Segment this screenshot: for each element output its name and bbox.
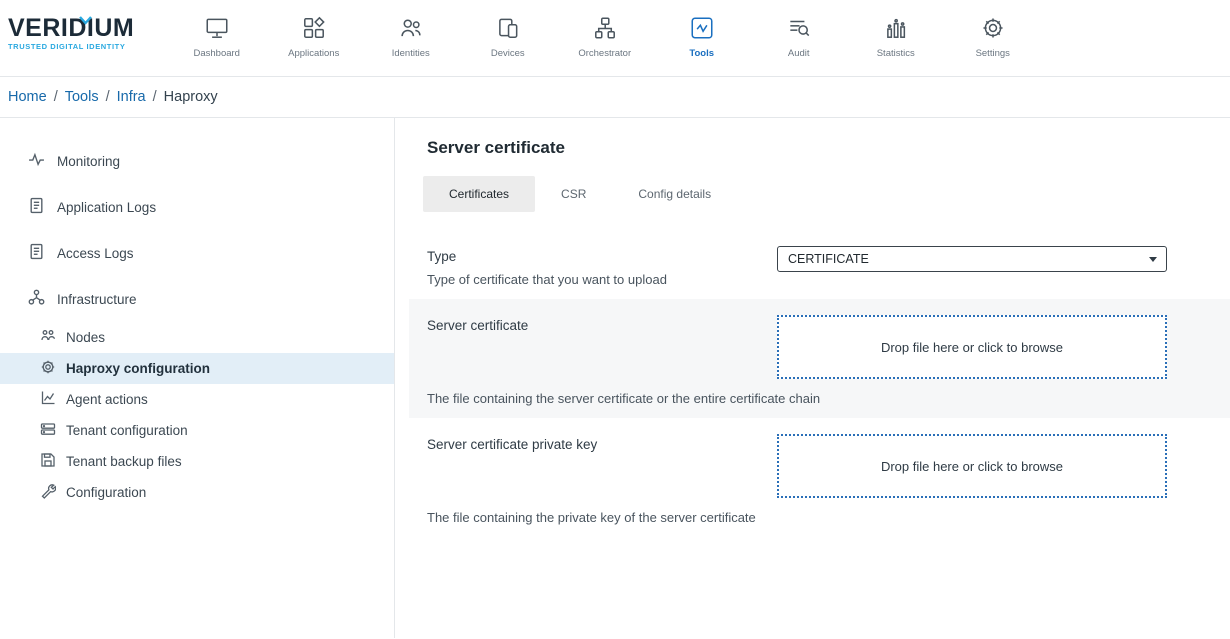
- type-field-help: Type of certificate that you want to upl…: [427, 272, 757, 287]
- selected-value: CERTIFICATE: [788, 252, 869, 266]
- logo-wordmark: VERIDIUM: [8, 16, 134, 41]
- type-field-row: Type Type of certificate that you want t…: [395, 232, 1230, 299]
- server-certificate-row: Server certificate Drop file here or cli…: [409, 299, 1230, 418]
- private-key-row: Server certificate private key Drop file…: [395, 418, 1230, 537]
- server-certificate-help: The file containing the server certifica…: [427, 391, 1167, 406]
- wrench-icon: [40, 483, 56, 502]
- sidebar-item-application-logs[interactable]: Application Logs: [0, 184, 394, 230]
- nav-item-applications[interactable]: Applications: [265, 8, 362, 59]
- monitoring-pulse-icon: [28, 151, 45, 171]
- breadcrumb-separator: /: [54, 89, 58, 105]
- nodes-icon: [40, 328, 56, 347]
- tools-icon: [653, 10, 750, 46]
- dashboard-icon: [168, 10, 265, 46]
- nav-item-audit[interactable]: Audit: [750, 8, 847, 59]
- sidebar-item-monitoring[interactable]: Monitoring: [0, 138, 394, 184]
- applications-icon: [265, 10, 362, 46]
- nav-item-dashboard[interactable]: Dashboard: [168, 8, 265, 59]
- server-certificate-dropzone[interactable]: Drop file here or click to browse: [777, 315, 1167, 379]
- sidebar-item-nodes[interactable]: Nodes: [0, 322, 394, 353]
- nav-item-tools[interactable]: Tools: [653, 8, 750, 59]
- document-icon: [28, 197, 45, 217]
- breadcrumb-separator: /: [153, 89, 157, 105]
- sidebar: Monitoring Application Logs Access Logs …: [0, 118, 395, 638]
- sidebar-item-access-logs[interactable]: Access Logs: [0, 230, 394, 276]
- private-key-dropzone[interactable]: Drop file here or click to browse: [777, 434, 1167, 498]
- main-nav: Dashboard Applications Identities Device…: [168, 8, 1041, 59]
- breadcrumb-infra[interactable]: Infra: [117, 89, 146, 105]
- save-disk-icon: [40, 452, 56, 471]
- server-stack-icon: [40, 421, 56, 440]
- private-key-help: The file containing the private key of t…: [427, 510, 1167, 525]
- page-title: Server certificate: [427, 138, 1230, 158]
- tab-bar: Certificates CSR Config details: [423, 176, 1230, 212]
- breadcrumb-tools[interactable]: Tools: [65, 89, 99, 105]
- sidebar-item-tenant-configuration[interactable]: Tenant configuration: [0, 415, 394, 446]
- nav-item-identities[interactable]: Identities: [362, 8, 459, 59]
- main-content: Server certificate Certificates CSR Conf…: [395, 118, 1230, 638]
- gear-icon: [40, 359, 56, 378]
- logo-tagline: TRUSTED DIGITAL IDENTITY: [8, 42, 134, 51]
- document-icon: [28, 243, 45, 263]
- tab-csr[interactable]: CSR: [535, 176, 612, 212]
- logo-check-icon: [79, 12, 92, 30]
- certificate-type-select[interactable]: CERTIFICATE: [777, 246, 1167, 272]
- settings-gear-icon: [944, 10, 1041, 46]
- devices-icon: [459, 10, 556, 46]
- sidebar-item-haproxy-configuration[interactable]: Haproxy configuration: [0, 353, 394, 384]
- identities-icon: [362, 10, 459, 46]
- nav-item-orchestrator[interactable]: Orchestrator: [556, 8, 653, 59]
- breadcrumb: Home / Tools / Infra / Haproxy: [0, 77, 1230, 118]
- server-certificate-label: Server certificate: [427, 315, 757, 333]
- veridium-logo[interactable]: VERIDIUM TRUSTED DIGITAL IDENTITY: [8, 16, 134, 51]
- tab-config-details[interactable]: Config details: [612, 176, 737, 212]
- type-field-label: Type: [427, 246, 757, 264]
- nav-item-devices[interactable]: Devices: [459, 8, 556, 59]
- breadcrumb-home[interactable]: Home: [8, 89, 47, 105]
- network-icon: [28, 289, 45, 309]
- certificate-form: Type Type of certificate that you want t…: [395, 232, 1230, 537]
- private-key-label: Server certificate private key: [427, 434, 757, 452]
- tab-certificates[interactable]: Certificates: [423, 176, 535, 212]
- breadcrumb-current-haproxy: Haproxy: [164, 89, 218, 105]
- sidebar-item-configuration[interactable]: Configuration: [0, 477, 394, 508]
- line-chart-icon: [40, 390, 56, 409]
- sidebar-item-tenant-backup-files[interactable]: Tenant backup files: [0, 446, 394, 477]
- breadcrumb-separator: /: [106, 89, 110, 105]
- nav-item-settings[interactable]: Settings: [944, 8, 1041, 59]
- nav-item-statistics[interactable]: Statistics: [847, 8, 944, 59]
- audit-icon: [750, 10, 847, 46]
- orchestrator-icon: [556, 10, 653, 46]
- sidebar-item-infrastructure[interactable]: Infrastructure: [0, 276, 394, 322]
- chevron-down-icon: [1149, 257, 1157, 262]
- sidebar-item-agent-actions[interactable]: Agent actions: [0, 384, 394, 415]
- statistics-icon: [847, 10, 944, 46]
- top-bar: VERIDIUM TRUSTED DIGITAL IDENTITY Dashbo…: [0, 0, 1230, 77]
